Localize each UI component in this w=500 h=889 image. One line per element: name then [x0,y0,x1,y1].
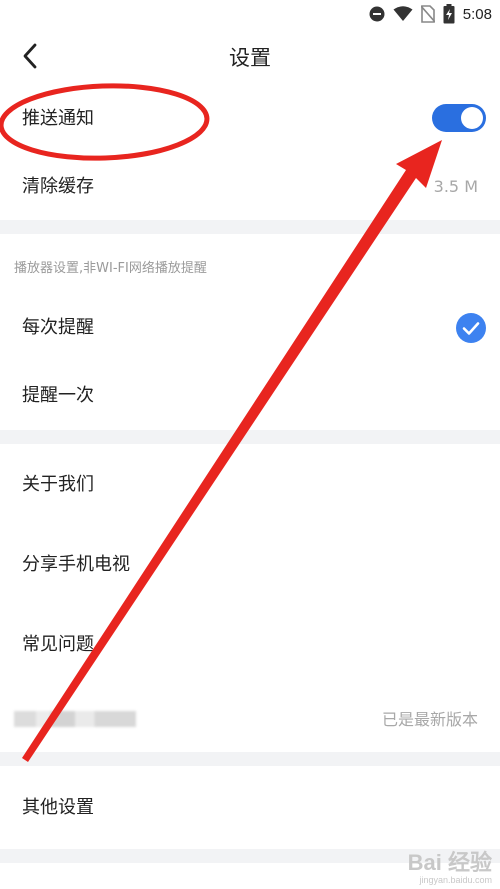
battery-charging-icon [443,4,455,24]
watermark-site: jingyan.baidu.com [419,875,492,885]
other-settings-row[interactable]: 其他设置 [0,772,500,844]
option-every-time[interactable]: 每次提醒 [0,296,500,360]
toggle-knob [461,107,483,129]
push-notification-row[interactable]: 推送通知 [0,88,500,150]
about-us-row[interactable]: 关于我们 [0,450,500,520]
share-tv-row[interactable]: 分享手机电视 [0,530,500,600]
clear-cache-label: 清除缓存 [22,176,94,197]
section-divider [0,220,500,234]
option-once-label: 提醒一次 [22,385,94,406]
baidu-watermark: Bai 经验 jingyan.baidu.com [408,845,492,885]
player-section-title: 播放器设置,非WI-FI网络播放提醒 [14,261,207,276]
cache-size-value: 3.5 M [433,177,478,196]
status-icons: 5:08 [369,4,492,24]
other-settings-label: 其他设置 [22,797,94,818]
no-sim-icon [420,5,435,23]
option-once[interactable]: 提醒一次 [0,364,500,428]
page-title: 设置 [229,46,271,70]
share-tv-label: 分享手机电视 [22,554,130,575]
wifi-icon [393,6,413,21]
blurred-version-text [14,711,136,727]
section-divider [0,752,500,766]
version-status: 已是最新版本 [381,710,478,729]
selected-check-icon[interactable] [456,313,486,343]
do-not-disturb-icon [369,6,385,22]
watermark-logo: Bai 经验 [407,850,492,875]
option-every-time-label: 每次提醒 [22,317,94,338]
faq-row[interactable]: 常见问题 [0,610,500,680]
push-notification-toggle[interactable] [432,104,486,132]
about-us-label: 关于我们 [22,474,94,495]
status-time: 5:08 [462,5,492,23]
push-notification-label: 推送通知 [22,108,94,129]
header: 设置 [0,28,500,86]
status-bar: 5:08 [0,0,500,28]
clear-cache-row[interactable]: 清除缓存 3.5 M [0,156,500,218]
faq-label: 常见问题 [22,634,94,655]
section-divider [0,430,500,444]
